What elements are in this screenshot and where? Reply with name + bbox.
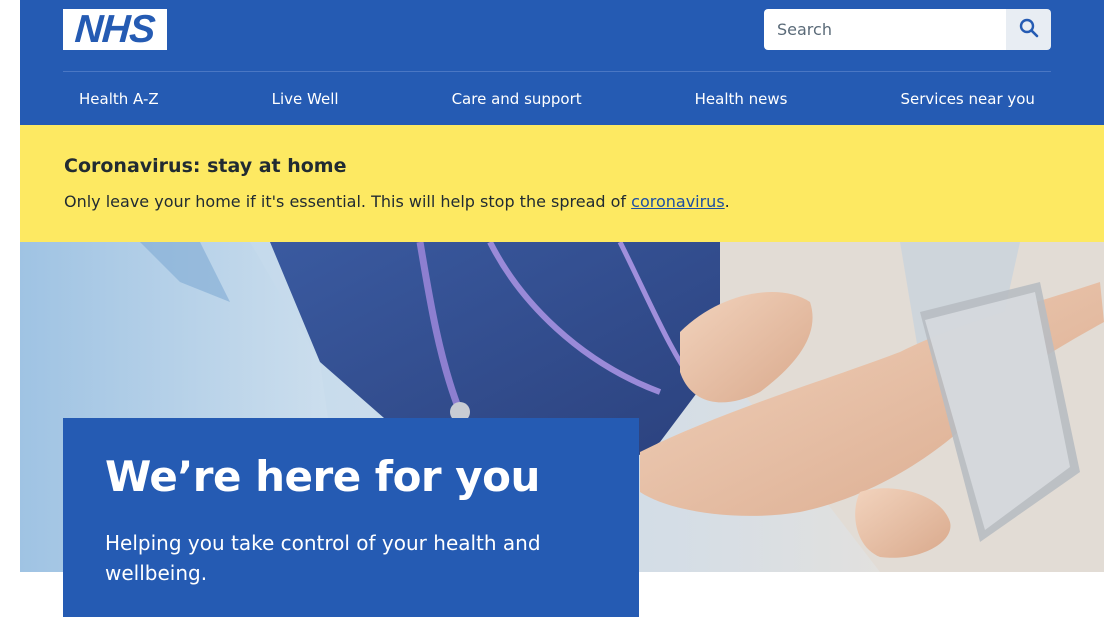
coronavirus-link[interactable]: coronavirus xyxy=(631,192,725,211)
search-button[interactable] xyxy=(1006,9,1051,50)
site-header: NHS Health A-Z Live Well Care and suppor… xyxy=(20,0,1104,125)
hero-panel: We’re here for you Helping you take cont… xyxy=(63,418,639,617)
hero-title: We’re here for you xyxy=(105,452,540,501)
search-input[interactable] xyxy=(764,9,1006,50)
coronavirus-alert-banner: Coronavirus: stay at home Only leave you… xyxy=(20,125,1104,242)
alert-text-end: . xyxy=(724,192,730,211)
alert-text-body: Only leave your home if it's essential. … xyxy=(64,192,632,211)
search-icon xyxy=(1019,18,1039,41)
nhs-logo[interactable]: NHS xyxy=(63,8,167,51)
alert-text: Only leave your home if it's essential. … xyxy=(64,192,730,211)
hero-subtitle: Helping you take control of your health … xyxy=(105,531,541,585)
nav-link-live-well[interactable]: Live Well xyxy=(256,90,355,108)
main-navigation: Health A-Z Live Well Care and support He… xyxy=(63,72,1051,125)
nav-link-health-a-z[interactable]: Health A-Z xyxy=(63,90,175,108)
nhs-logo-text: NHS xyxy=(73,8,157,51)
nhs-homepage: NHS Health A-Z Live Well Care and suppor… xyxy=(0,0,1104,617)
nav-link-care-and-support[interactable]: Care and support xyxy=(436,90,598,108)
search-form xyxy=(764,9,1051,50)
alert-title: Coronavirus: stay at home xyxy=(64,155,347,177)
nav-link-services-near-you[interactable]: Services near you xyxy=(885,90,1051,108)
nav-link-health-news[interactable]: Health news xyxy=(679,90,804,108)
